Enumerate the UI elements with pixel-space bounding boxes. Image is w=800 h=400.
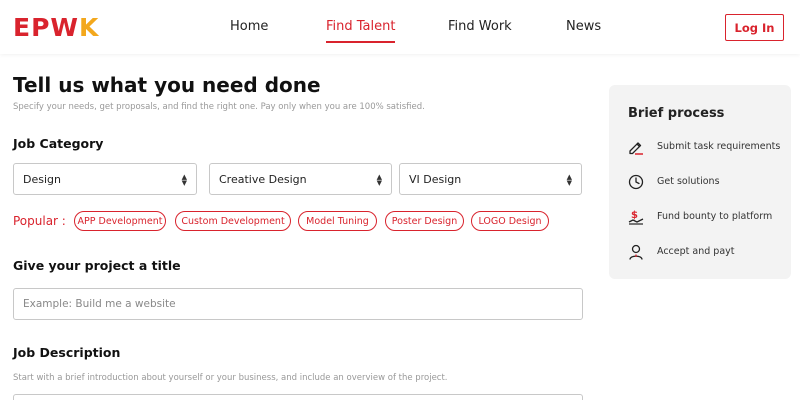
clock-icon (628, 174, 644, 190)
nav-find-work[interactable]: Find Work (448, 19, 512, 35)
svg-text:$: $ (631, 210, 638, 221)
epwk-logo[interactable]: EPWK (13, 14, 99, 42)
job-description-label: Job Description (13, 345, 121, 360)
process-step-accept: Accept and payt (627, 242, 735, 262)
category-select-3-value: VI Design (409, 172, 462, 186)
nav-home[interactable]: Home (230, 19, 268, 35)
category-select-2[interactable]: Creative Design ▲ ▼ (209, 163, 392, 195)
nav-news[interactable]: News (566, 19, 601, 35)
select-arrows-icon: ▲ ▼ (376, 173, 382, 187)
popular-tag-custom-development[interactable]: Custom Development (175, 211, 291, 231)
popular-tag-model-tuning[interactable]: Model Tuning (298, 211, 377, 231)
popular-tag-poster-design[interactable]: Poster Design (385, 211, 464, 231)
money-icon: $ (628, 210, 644, 225)
brief-process-title: Brief process (628, 106, 725, 121)
page-subtitle: Specify your needs, get proposals, and f… (13, 102, 425, 112)
popular-tag-logo-design[interactable]: LOGO Design (471, 211, 549, 231)
category-select-1-value: Design (23, 172, 61, 186)
select-arrows-icon: ▲ ▼ (566, 173, 572, 187)
job-category-label: Job Category (13, 136, 104, 151)
select-arrows-icon: ▲ ▼ (181, 173, 187, 187)
login-button[interactable]: Log In (725, 14, 784, 41)
process-step-fund: $ Fund bounty to platform (627, 207, 772, 227)
job-description-textarea[interactable] (13, 394, 583, 400)
user-icon (629, 244, 643, 260)
job-description-hint: Start with a brief introduction about yo… (13, 373, 448, 383)
category-select-2-value: Creative Design (219, 172, 307, 186)
project-title-input[interactable] (13, 288, 583, 320)
process-step-submit: Submit task requirements (627, 137, 780, 157)
brief-process-panel: Brief process Submit task requirements G… (609, 85, 791, 279)
popular-tag-app-development[interactable]: APP Development (74, 211, 166, 231)
process-step-solutions: Get solutions (627, 172, 720, 192)
nav-find-talent[interactable]: Find Talent (326, 19, 396, 43)
project-title-label: Give your project a title (13, 258, 181, 273)
popular-label: Popular : (13, 214, 66, 228)
category-select-1[interactable]: Design ▲ ▼ (13, 163, 197, 195)
pencil-icon (629, 142, 643, 155)
active-nav-underline (326, 41, 396, 43)
top-navbar: EPWK Home Find Talent Find Work News Log… (0, 0, 800, 54)
category-select-3[interactable]: VI Design ▲ ▼ (399, 163, 582, 195)
page-title: Tell us what you need done (13, 73, 321, 97)
